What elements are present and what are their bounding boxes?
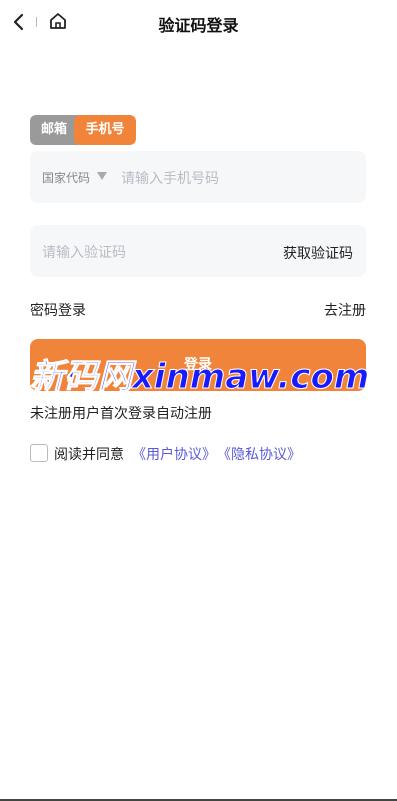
password-login-link[interactable]: 密码登录	[30, 300, 86, 320]
code-input[interactable]: 请输入验证码	[42, 242, 126, 262]
register-link[interactable]: 去注册	[324, 300, 366, 320]
auto-register-hint: 未注册用户首次登录自动注册	[30, 406, 212, 422]
phone-input[interactable]: 请输入手机号码	[121, 168, 219, 188]
watermark: 新码网xinmaw.com	[30, 357, 370, 398]
header: 验证码登录	[0, 0, 397, 44]
phone-field[interactable]: 国家代码 请输入手机号码	[30, 151, 366, 203]
privacy-policy-link[interactable]: 《隐私协议》	[217, 444, 301, 464]
agreement-checkbox[interactable]	[30, 444, 48, 462]
code-field[interactable]: 请输入验证码 获取验证码	[30, 225, 366, 277]
get-code-button[interactable]: 获取验证码	[283, 243, 353, 263]
login-page: 验证码登录 邮箱 手机号 国家代码 请输入手机号码 请输入验证码 获取验证码 密…	[0, 0, 397, 801]
triangle-down-icon[interactable]	[97, 172, 107, 180]
tab-email[interactable]: 邮箱	[30, 115, 78, 145]
page-title: 验证码登录	[158, 16, 239, 35]
login-type-tabs: 邮箱 手机号	[30, 115, 136, 145]
agreement-text: 阅读并同意	[54, 447, 124, 463]
tab-phone[interactable]: 手机号	[74, 115, 136, 145]
country-code-selector[interactable]: 国家代码	[42, 169, 90, 186]
user-agreement-link[interactable]: 《用户协议》	[132, 444, 216, 464]
